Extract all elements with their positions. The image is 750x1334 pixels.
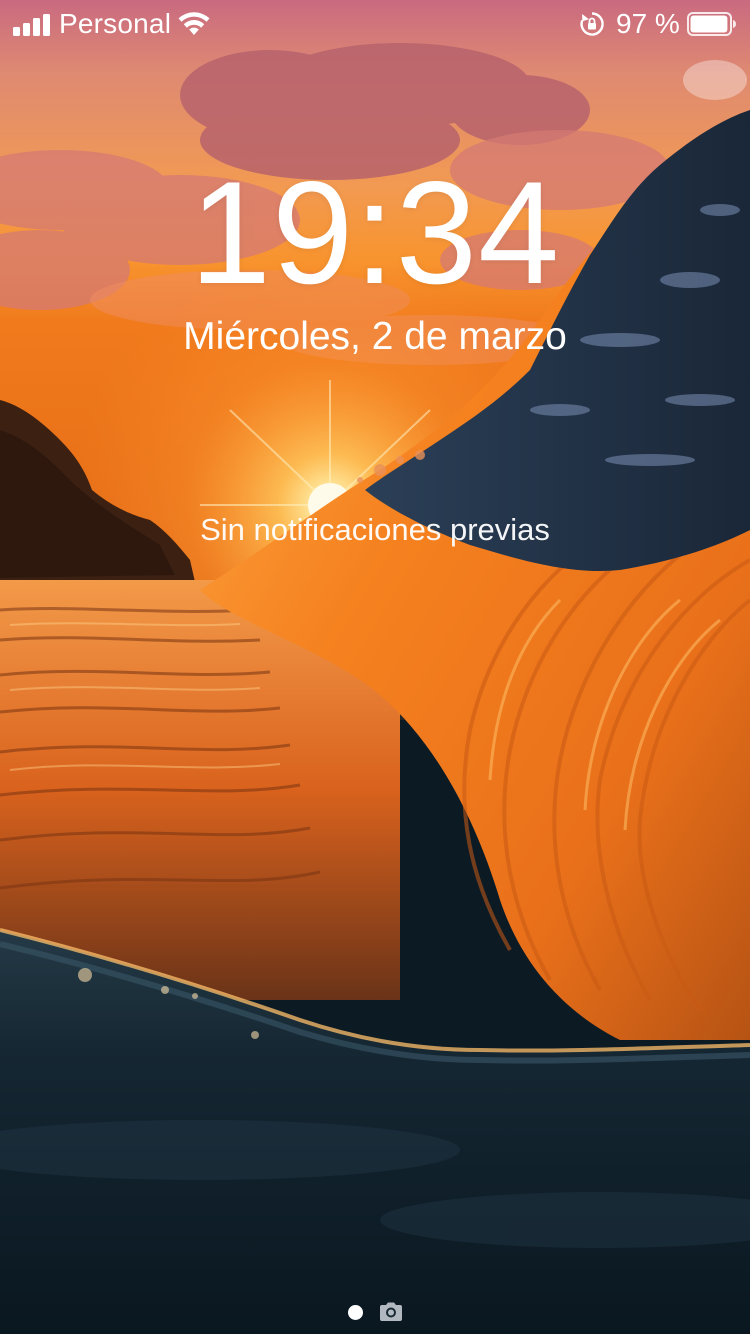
rotation-lock-icon: [580, 12, 604, 36]
carrier-name: Personal: [59, 8, 172, 39]
page-indicator-dot[interactable]: [348, 1305, 363, 1320]
wifi-icon: [178, 12, 210, 35]
lock-screen-date: Miércoles, 2 de marzo: [183, 315, 567, 358]
battery-percentage: 97 %: [616, 8, 680, 39]
lock-screen-time: 19:34: [189, 151, 561, 314]
battery-icon: [687, 12, 736, 36]
no-notifications-label: Sin notificaciones previas: [200, 512, 550, 547]
status-bar: Personal 97 %: [0, 0, 750, 48]
signal-icon: [13, 12, 53, 36]
lock-screen: Personal 97 % 19:34 Miércoles, 2 de marz…: [0, 0, 750, 1334]
camera-icon[interactable]: [378, 1301, 404, 1323]
